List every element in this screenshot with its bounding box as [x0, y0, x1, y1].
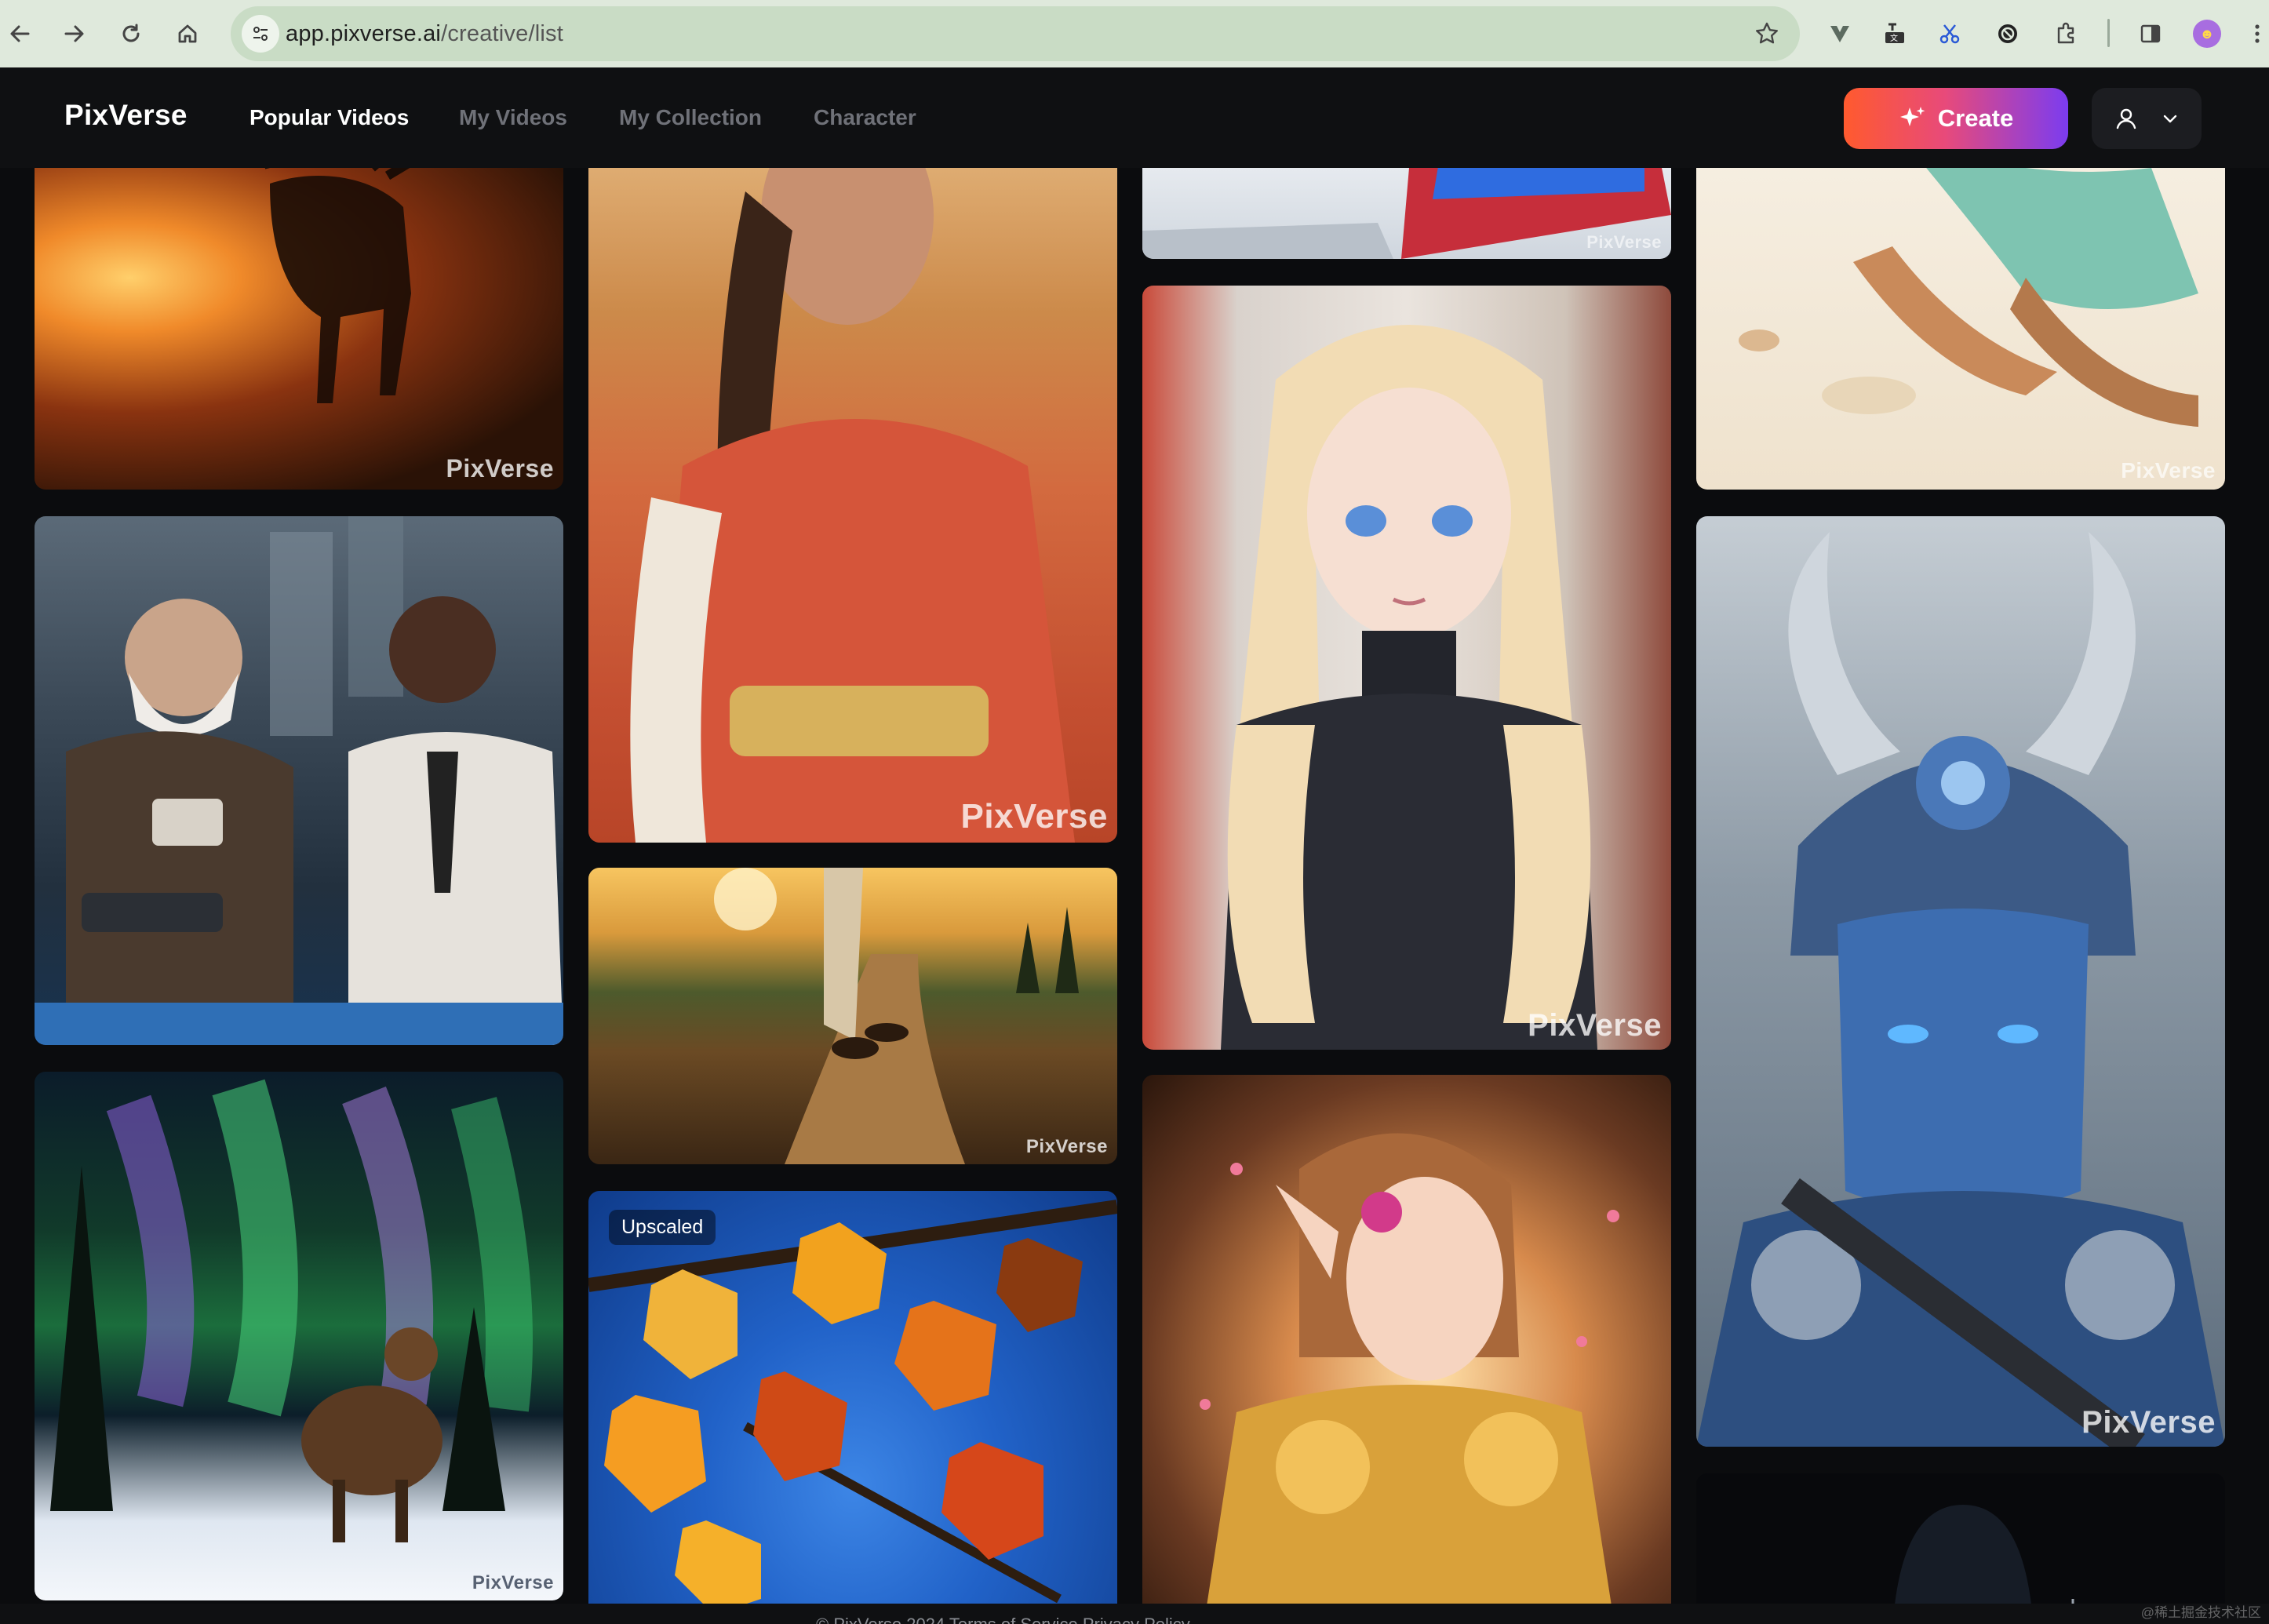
pixverse-logo[interactable]: PixVerse [64, 99, 188, 132]
profile-avatar-icon[interactable]: ☻ [2189, 16, 2225, 52]
card-watermark: PixVerse [2121, 458, 2216, 482]
card-watermark: PixVerse [960, 797, 1108, 836]
card-police-car[interactable] [35, 516, 563, 1045]
moose-silhouette [264, 168, 411, 403]
extensions-puzzle-icon[interactable] [2048, 16, 2084, 52]
card-walking-path[interactable]: PixVerse [588, 868, 1117, 1164]
woman-figure [630, 168, 1075, 843]
card-woman-red-dress[interactable]: PixVerse [588, 168, 1117, 843]
browser-toolbar: app.pixverse.ai/creative/list 文 ☻ [0, 0, 2269, 67]
card-watermark: PixVerse [1528, 1008, 1662, 1043]
app-header: PixVerse Popular Videos My Videos My Col… [0, 67, 2269, 168]
create-button-label: Create [1937, 104, 2014, 132]
card-blue-warrior[interactable]: PixVerse [1696, 516, 2225, 1447]
create-button[interactable]: Create [1844, 88, 2068, 149]
card-toy-car[interactable]: PixVerse [1142, 168, 1671, 259]
card-watermark: PixVerse [446, 454, 554, 482]
warrior-figure [1696, 532, 2225, 1447]
corner-watermark: @稀土掘金技术社区 [2140, 1605, 2261, 1620]
card-watermark: PixVerse [1025, 1136, 1108, 1157]
beach-girl-sketch [1739, 168, 2198, 427]
url-host: app.pixverse.ai [286, 21, 442, 46]
url-path: /creative/list [441, 21, 563, 46]
page-footer: © PixVerse 2024 Terms of Service Privacy… [0, 1604, 2269, 1624]
toolbar-separator [2107, 19, 2110, 47]
anime-girl-figure [1221, 325, 1597, 1050]
back-icon[interactable] [2, 16, 38, 52]
reload-icon[interactable] [113, 16, 149, 52]
scissors-extension-icon[interactable] [1932, 16, 1968, 52]
site-info-icon[interactable] [242, 15, 279, 53]
tab-my-videos[interactable]: My Videos [459, 105, 567, 130]
path-scene [714, 868, 1079, 1164]
card-beach-girl[interactable]: PixVerse [1696, 168, 2225, 490]
tab-my-collection[interactable]: My Collection [619, 105, 762, 130]
card-watermark: PixVerse [1586, 232, 1662, 252]
url-text: app.pixverse.ai/creative/list [286, 6, 563, 61]
leaves-scene [588, 1200, 1117, 1604]
video-gallery: PixVerse PixVerse PixVerse PixVerse Upsc… [0, 168, 2269, 1604]
sparkle-icon [1899, 107, 1925, 126]
tab-character[interactable]: Character [814, 105, 916, 130]
side-panel-icon[interactable] [2132, 16, 2169, 52]
card-fire-moose[interactable]: PixVerse [35, 168, 563, 490]
svg-text:文: 文 [1890, 33, 1898, 43]
card-elf-armor[interactable] [1142, 1075, 1671, 1604]
footer-links[interactable]: © PixVerse 2024 Terms of Service Privacy… [816, 1615, 1190, 1624]
card-watermark: PixVerse [2081, 1405, 2216, 1440]
vuetools-extension-icon[interactable] [1822, 16, 1858, 52]
hooded-figure [1895, 1505, 2074, 1604]
officers-scene [35, 516, 563, 1045]
forward-icon[interactable] [56, 16, 93, 52]
aurora-scene [50, 1079, 533, 1542]
browser-menu-icon[interactable] [2245, 16, 2269, 52]
blocker-extension-icon[interactable] [1990, 16, 2026, 52]
bookmark-star-icon[interactable] [1754, 21, 1779, 46]
chevron-down-icon [2163, 115, 2176, 123]
card-dark-figure[interactable] [1696, 1473, 2225, 1604]
address-bar[interactable]: app.pixverse.ai/creative/list [231, 6, 1800, 61]
account-menu[interactable] [2092, 88, 2202, 149]
card-anime-blonde[interactable]: PixVerse [1142, 286, 1671, 1050]
user-icon [2116, 108, 2136, 129]
card-aurora-sheep[interactable]: PixVerse [35, 1072, 563, 1600]
elf-figure [1200, 1133, 1619, 1604]
home-icon[interactable] [169, 16, 206, 52]
upscaled-badge: Upscaled [609, 1210, 716, 1245]
tab-popular-videos[interactable]: Popular Videos [249, 105, 409, 130]
card-autumn-leaves[interactable]: Upscaled [588, 1191, 1117, 1604]
card-watermark: PixVerse [472, 1572, 554, 1593]
translate-extension-icon[interactable]: 文 [1877, 16, 1913, 52]
